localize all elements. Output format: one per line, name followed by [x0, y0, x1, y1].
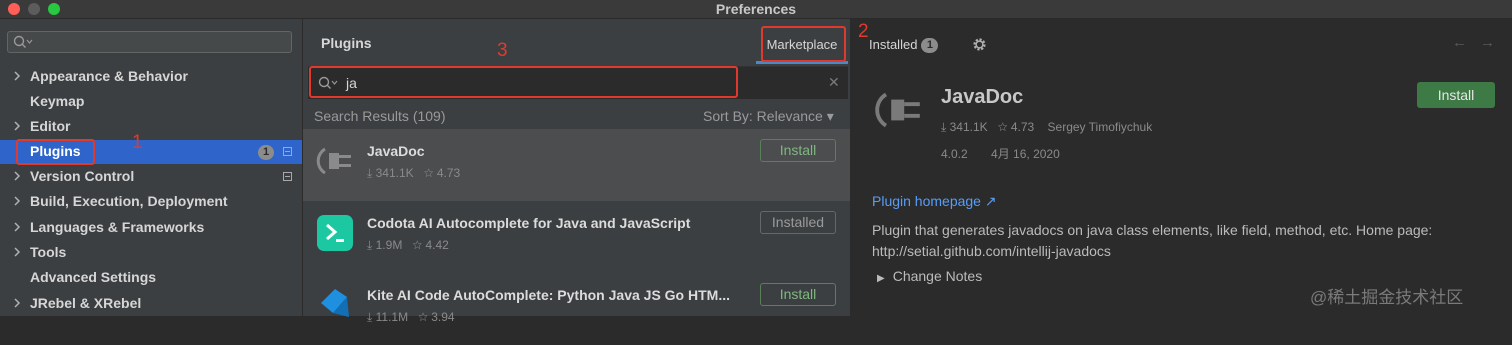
plugin-row-codota[interactable]: Codota AI Autocomplete for Java and Java…: [303, 201, 850, 273]
sidebar-item-appearance[interactable]: Appearance & Behavior: [0, 65, 302, 89]
annotation-number-2: 2: [858, 21, 869, 42]
chevron-right-icon: [14, 222, 21, 232]
window-title: Preferences: [715, 1, 797, 17]
plugin-plug-icon: [875, 92, 920, 128]
installed-count-badge: 1: [921, 38, 939, 53]
settings-sidebar: Appearance & Behavior Keymap Editor Plug…: [0, 19, 303, 316]
chevron-right-icon: [14, 171, 21, 181]
detail-date: 4月 16, 2020: [991, 147, 1060, 161]
watermark: @稀土掘金技术社区: [1310, 288, 1464, 307]
search-results-count: Search Results (109): [314, 108, 446, 124]
plugin-name: Codota AI Autocomplete for Java and Java…: [367, 215, 691, 231]
detail-author: Sergey Timofiychuk: [1047, 120, 1153, 134]
sidebar-item-label: Tools: [30, 244, 67, 260]
sidebar-item-advanced[interactable]: Advanced Settings: [0, 266, 302, 290]
detail-version: 4.0.2: [941, 147, 968, 161]
annotation-box-plugins: [16, 139, 95, 165]
annotation-number-1: 1: [132, 132, 143, 153]
plugin-downloads: ⤓ 341.1K: [367, 166, 414, 180]
triangle-right-icon: ▶: [877, 273, 885, 284]
detail-downloads: ⤓ 341.1K: [941, 120, 988, 134]
search-icon: [13, 35, 33, 48]
chevron-right-icon: [14, 121, 21, 131]
plugin-downloads: ⤓ 1.9M: [367, 238, 403, 252]
project-level-icon: [283, 147, 292, 156]
tab-installed[interactable]: Installed 1: [869, 37, 939, 53]
plugin-plug-icon: [316, 147, 351, 175]
codota-icon: [317, 215, 353, 251]
annotation-box-search: [309, 66, 738, 98]
tab-installed-label: Installed: [869, 37, 918, 52]
sidebar-item-tools[interactable]: Tools: [0, 241, 302, 265]
plugin-homepage-link[interactable]: Plugin homepage ↗: [872, 193, 997, 210]
title-bar: Preferences: [0, 0, 1512, 19]
change-notes-toggle[interactable]: ▶ Change Notes: [877, 268, 982, 284]
chevron-right-icon: [14, 71, 21, 81]
detail-stats: ⤓ 341.1K ☆ 4.73 Sergey Timofiychuk: [941, 120, 1152, 135]
plugin-stats: ⤓ 11.1M ☆ 3.94: [367, 310, 455, 325]
sidebar-item-label: Appearance & Behavior: [30, 68, 188, 84]
plugin-stats: ⤓ 1.9M ☆ 4.42: [367, 238, 449, 253]
page-title: Plugins: [321, 35, 372, 51]
back-arrow-icon[interactable]: ←: [1452, 34, 1467, 51]
sidebar-item-label: Advanced Settings: [30, 269, 157, 285]
plugin-row-kite[interactable]: Kite AI Code AutoComplete: Python Java J…: [303, 273, 850, 345]
annotation-number-3: 3: [497, 40, 508, 61]
sidebar-item-label: Version Control: [30, 168, 135, 184]
sort-by-dropdown[interactable]: Sort By: Relevance ▾: [703, 108, 834, 125]
settings-search-input[interactable]: [7, 31, 292, 53]
plugin-stats: ⤓ 341.1K ☆ 4.73: [367, 166, 460, 181]
sidebar-item-label: Keymap: [30, 93, 85, 109]
forward-arrow-icon[interactable]: →: [1480, 34, 1495, 51]
sidebar-item-label: JRebel & XRebel: [30, 295, 142, 311]
plugin-downloads: ⤓ 11.1M: [367, 310, 409, 324]
detail-install-button[interactable]: Install: [1417, 82, 1495, 108]
sidebar-item-languages[interactable]: Languages & Frameworks: [0, 216, 302, 240]
detail-version-date: 4.0.2 4月 16, 2020: [941, 145, 1060, 162]
install-button[interactable]: Install: [760, 139, 836, 162]
chevron-right-icon: [14, 298, 21, 308]
clear-icon[interactable]: ✕: [828, 74, 840, 91]
sidebar-item-label: Build, Execution, Deployment: [30, 193, 228, 209]
plugin-name: JavaDoc: [367, 143, 425, 159]
sidebar-item-label: Editor: [30, 118, 71, 134]
plugin-name: Kite AI Code AutoComplete: Python Java J…: [367, 287, 730, 303]
plugin-detail-panel: JavaDoc ⤓ 341.1K ☆ 4.73 Sergey Timofiych…: [851, 66, 1512, 316]
project-level-icon: [283, 172, 292, 181]
installed-button[interactable]: Installed: [760, 211, 836, 234]
sidebar-item-version-control[interactable]: Version Control: [0, 165, 302, 189]
plugins-update-badge: 1: [258, 145, 274, 160]
plugin-rating: ☆ 3.94: [418, 310, 455, 324]
sidebar-item-build[interactable]: Build, Execution, Deployment: [0, 190, 302, 214]
plugin-row-javadoc[interactable]: JavaDoc ⤓ 341.1K ☆ 4.73 Install: [303, 129, 850, 201]
sidebar-item-keymap[interactable]: Keymap: [0, 90, 302, 114]
detail-rating: ☆ 4.73: [997, 120, 1035, 134]
plugin-rating: ☆ 4.42: [412, 238, 449, 252]
chevron-right-icon: [14, 247, 21, 257]
sidebar-item-editor[interactable]: Editor: [0, 115, 302, 139]
change-notes-label: Change Notes: [892, 268, 983, 284]
plugin-description: Plugin that generates javadocs on java c…: [872, 222, 1433, 259]
sidebar-item-jrebel[interactable]: JRebel & XRebel: [0, 292, 302, 316]
annotation-box-marketplace: [761, 26, 846, 62]
install-button[interactable]: Install: [760, 283, 836, 306]
sidebar-item-label: Languages & Frameworks: [30, 219, 205, 235]
detail-plugin-name: JavaDoc: [941, 86, 1024, 108]
plugin-rating: ☆ 4.73: [423, 166, 461, 180]
chevron-right-icon: [14, 196, 21, 206]
gear-icon[interactable]: [972, 37, 987, 52]
